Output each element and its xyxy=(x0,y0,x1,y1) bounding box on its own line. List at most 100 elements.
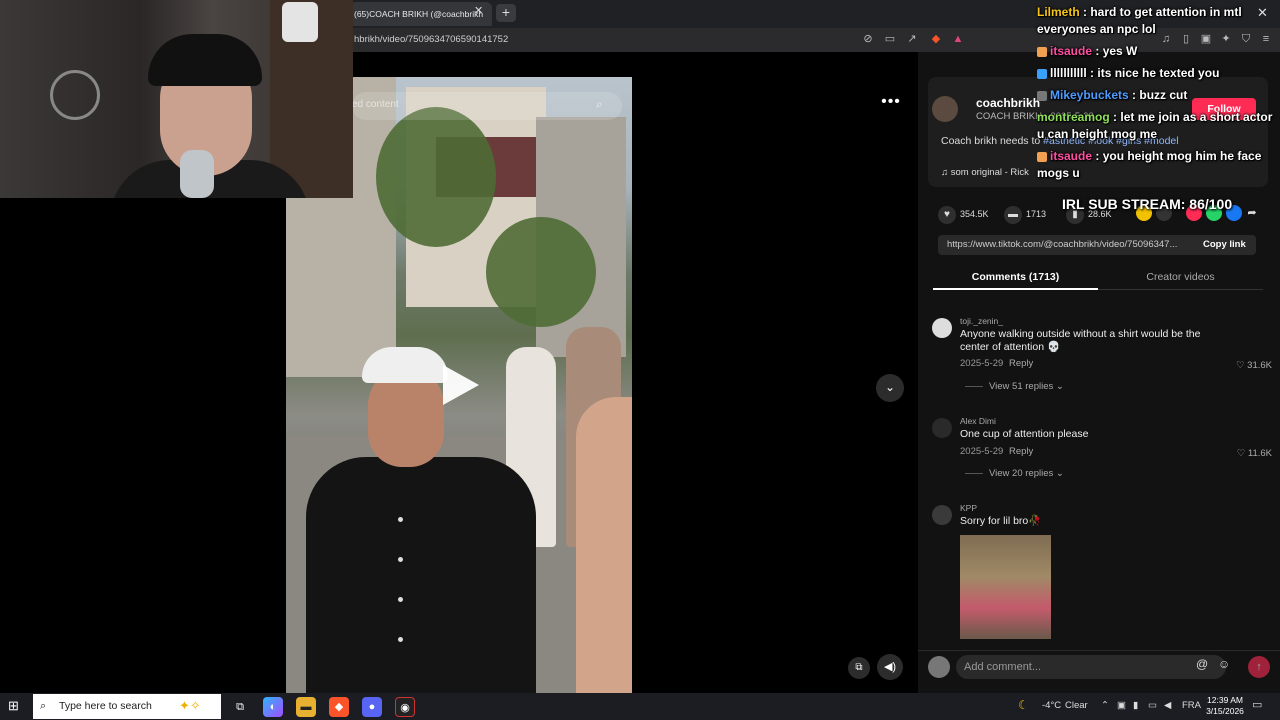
copilot-icon[interactable]: ◐ xyxy=(263,697,283,717)
comment-text: One cup of attention please xyxy=(960,428,1089,440)
shirt-button xyxy=(398,517,403,522)
volume-icon[interactable]: ◀) xyxy=(877,654,903,680)
video-link[interactable]: https://www.tiktok.com/@coachbrikh/video… xyxy=(947,239,1187,250)
comment-button[interactable]: ▬ 1713 xyxy=(1004,204,1046,224)
network-icon[interactable]: ▭ xyxy=(1148,700,1157,711)
send-icon[interactable]: ↑ xyxy=(1248,656,1270,678)
obs-icon[interactable]: ◉ xyxy=(395,697,415,717)
chat-badge-icon xyxy=(1037,46,1047,57)
chat-badge-icon xyxy=(1037,151,1047,162)
like-button[interactable]: ♥ 354.5K xyxy=(938,204,989,224)
copy-link-button[interactable]: Copy link xyxy=(1203,239,1246,250)
background-bottle xyxy=(282,2,318,42)
weather-text[interactable]: Clear xyxy=(1065,700,1088,711)
search-highlight-icon: ✦✧ xyxy=(179,698,201,713)
view-replies-button[interactable]: View 20 replies ⌄ xyxy=(965,468,1064,479)
view-replies-button[interactable]: View 51 replies ⌄ xyxy=(965,381,1064,392)
more-options-icon[interactable]: ••• xyxy=(877,91,905,115)
tray-chevron-icon[interactable]: ⌃ xyxy=(1101,700,1109,711)
temperature[interactable]: -4°C xyxy=(1042,700,1061,711)
tab-comments[interactable]: Comments (1713) xyxy=(933,264,1098,290)
comment-icon: ▬ xyxy=(1004,206,1022,224)
mention-icon[interactable]: @ xyxy=(1196,657,1208,671)
rewards-icon[interactable]: ▲ xyxy=(950,31,966,47)
tab-title: (65)COACH BRIKH (@coachbrikh xyxy=(354,9,484,19)
language-indicator[interactable]: FRA xyxy=(1182,700,1201,711)
comment-like-count: 11.6K xyxy=(1247,448,1272,459)
reply-button[interactable]: Reply xyxy=(1009,358,1033,369)
commenter-avatar[interactable] xyxy=(932,318,952,338)
tab-creator-videos[interactable]: Creator videos xyxy=(1098,264,1263,290)
comment-date: 2025-5-29 xyxy=(960,446,1004,457)
video-search-placeholder: ed content xyxy=(352,99,399,110)
picture-in-picture-icon[interactable]: ⧉ xyxy=(848,657,870,679)
video-search-box[interactable]: ed content ⌕ xyxy=(352,92,622,120)
like-count: 354.5K xyxy=(960,209,989,219)
comment-username[interactable]: KPP xyxy=(960,503,977,513)
chat-user: montreamog xyxy=(1037,110,1110,124)
music-link[interactable]: ♫ som original - Rick xyxy=(941,167,1029,178)
chat-user: itsaude xyxy=(1050,149,1093,163)
author-name[interactable]: coachbrikh xyxy=(976,96,1040,110)
no-tracking-icon[interactable]: ⊘ xyxy=(860,31,876,47)
task-view-icon[interactable]: ⧉ xyxy=(230,697,250,717)
heart-icon: ♥ xyxy=(938,206,956,224)
brave-shield-icon[interactable]: ◆ xyxy=(928,31,944,47)
url-text[interactable]: hbrikh/video/7509634706590141752 xyxy=(354,32,508,48)
discord-icon[interactable]: ● xyxy=(362,697,382,717)
comment-text: Sorry for lil bro🥀 xyxy=(960,515,1042,527)
close-tab-icon[interactable]: ✕ xyxy=(474,4,483,17)
chat-user: lllllllllll xyxy=(1050,66,1087,80)
link-box: https://www.tiktok.com/@coachbrikh/video… xyxy=(938,235,1256,255)
commenter-avatar[interactable] xyxy=(932,418,952,438)
file-explorer-icon[interactable]: ▬ xyxy=(296,697,316,717)
chevron-down-icon[interactable]: ⌄ xyxy=(876,374,904,402)
brave-browser-icon[interactable]: ◆ xyxy=(329,697,349,717)
volume-icon[interactable]: ◀ xyxy=(1164,700,1171,711)
caption-text: Coach brikh needs to xyxy=(941,135,1044,147)
clock[interactable]: 12:39 AM 3/15/2026 xyxy=(1202,695,1248,717)
tree xyxy=(486,217,596,327)
notification-icon[interactable]: ▭ xyxy=(1252,698,1262,711)
shirt-button xyxy=(398,597,403,602)
taskbar-search[interactable]: ⌕ Type here to search ✦✧ xyxy=(33,694,221,719)
comment-like[interactable]: ♡ 11.6K xyxy=(1237,448,1272,459)
chat-user: Lilmeth xyxy=(1037,5,1080,19)
shirt xyxy=(306,457,536,693)
user-avatar xyxy=(928,656,950,678)
tree xyxy=(376,107,496,247)
tray-app-icon[interactable]: ▣ xyxy=(1117,700,1126,711)
commenter-avatar[interactable] xyxy=(932,505,952,525)
browser-tab[interactable]: (65)COACH BRIKH (@coachbrikh xyxy=(350,2,492,26)
emoji-icon[interactable]: ☺ xyxy=(1218,657,1230,671)
comment-username[interactable]: toji._zenin_ xyxy=(960,316,1003,326)
chat-message: Lilmeth : hard to get attention in mtl e… xyxy=(1037,5,1242,36)
clock-time: 12:39 AM xyxy=(1207,695,1243,705)
comment-like[interactable]: ♡ 31.6K xyxy=(1236,360,1272,371)
search-icon[interactable]: ⌕ xyxy=(596,97,612,113)
share-page-icon[interactable]: ↗ xyxy=(904,31,920,47)
view-replies-label: View 51 replies xyxy=(989,381,1054,392)
chat-text: yes W xyxy=(1102,44,1138,58)
chat-message: montreamog : let me join as a short acto… xyxy=(1037,110,1273,141)
play-icon[interactable] xyxy=(443,365,479,405)
chat-message: itsaude : yes W xyxy=(1037,43,1280,60)
reply-button[interactable]: Reply xyxy=(1009,446,1033,457)
microphone-icon[interactable]: ▮ xyxy=(1133,700,1138,711)
comment-image[interactable] xyxy=(960,535,1051,639)
share-arrow-icon[interactable]: ➦ xyxy=(1244,205,1260,221)
chat-badge-icon xyxy=(1037,68,1047,79)
webcam-overlay xyxy=(0,0,353,198)
comment-count: 1713 xyxy=(1026,209,1047,219)
comment-input[interactable]: Add comment... xyxy=(956,655,1226,679)
search-icon: ⌕ xyxy=(40,700,47,712)
comment-like-count: 31.6K xyxy=(1247,360,1272,371)
comment-username[interactable]: Alex Dimi xyxy=(960,416,996,426)
author-avatar[interactable] xyxy=(932,96,958,122)
clock-date: 3/15/2026 xyxy=(1206,706,1244,716)
new-tab-button[interactable]: + xyxy=(496,4,516,22)
chat-message: lllllllllll : its nice he texted you xyxy=(1037,65,1280,82)
windows-start-icon[interactable]: ⊞ xyxy=(8,698,24,714)
music-note-icon: ♫ xyxy=(941,167,951,178)
cast-icon[interactable]: ▭ xyxy=(882,31,898,47)
